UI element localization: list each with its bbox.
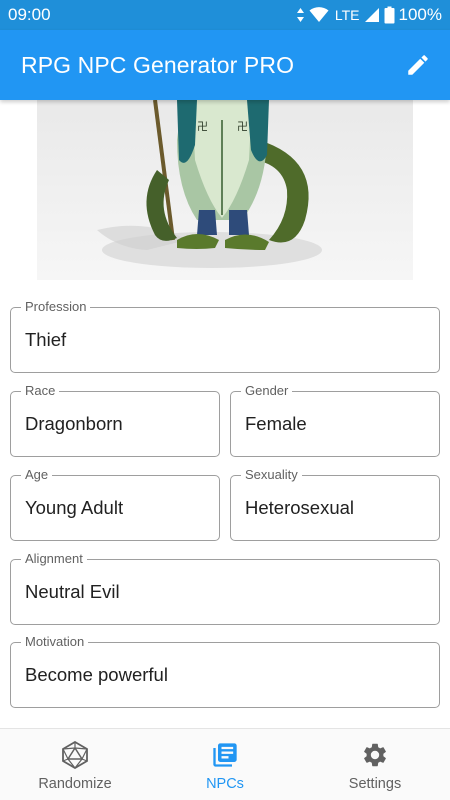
motivation-value: Become powerful [25,664,168,685]
alignment-label: Alignment [21,551,87,567]
alignment-value: Neutral Evil [25,581,120,602]
gender-value: Female [245,413,307,434]
battery-icon [384,6,395,24]
d20-dice-icon [61,740,89,770]
network-type: LTE [334,7,360,23]
age-field[interactable]: Age Young Adult [10,467,220,541]
sexuality-label: Sexuality [241,467,302,483]
alignment-field[interactable]: Alignment Neutral Evil [10,551,440,625]
app-bar: RPG NPC Generator PRO [0,30,450,100]
svg-text:卍: 卍 [197,120,208,133]
edit-button[interactable] [402,49,434,81]
nav-settings-label: Settings [348,775,402,792]
race-label: Race [21,383,60,399]
library-books-icon [211,740,239,770]
profession-label: Profession [21,299,91,315]
gender-label: Gender [241,383,293,399]
npc-detail: 卍 卍 Profession Thief Race Dragonborn Gen… [0,100,450,728]
motivation-label: Motivation [21,634,89,650]
sexuality-field[interactable]: Sexuality Heterosexual [230,467,440,541]
profession-value: Thief [25,329,67,350]
nav-randomize[interactable]: Randomize [0,729,150,800]
gear-icon [361,740,389,770]
status-icons: LTE 100% [296,5,442,25]
npc-portrait: 卍 卍 [37,100,413,280]
bottom-navigation: Randomize NPCs Settings [0,728,450,800]
nav-npcs[interactable]: NPCs [150,729,300,800]
sexuality-value: Heterosexual [245,497,355,518]
race-value: Dragonborn [25,413,123,434]
age-value: Young Adult [25,497,124,518]
battery-level: 100% [398,5,442,24]
age-label: Age [21,467,53,483]
nav-settings[interactable]: Settings [300,729,450,800]
gender-field[interactable]: Gender Female [230,383,440,457]
status-time: 09:00 [8,5,51,24]
nav-npcs-label: NPCs [206,775,244,792]
dragonborn-illustration: 卍 卍 [97,100,322,268]
status-bar: 09:00 LTE 100% [0,0,450,30]
pencil-icon [408,55,428,75]
motivation-field[interactable]: Motivation Become powerful [10,634,440,708]
app-title: RPG NPC Generator PRO [21,51,295,78]
svg-text:卍: 卍 [237,120,248,133]
data-arrows-icon [296,7,305,23]
profession-field[interactable]: Profession Thief [10,299,440,373]
cell-signal-icon [364,7,380,23]
wifi-icon [309,7,329,23]
race-field[interactable]: Race Dragonborn [10,383,220,457]
nav-randomize-label: Randomize [38,775,112,792]
